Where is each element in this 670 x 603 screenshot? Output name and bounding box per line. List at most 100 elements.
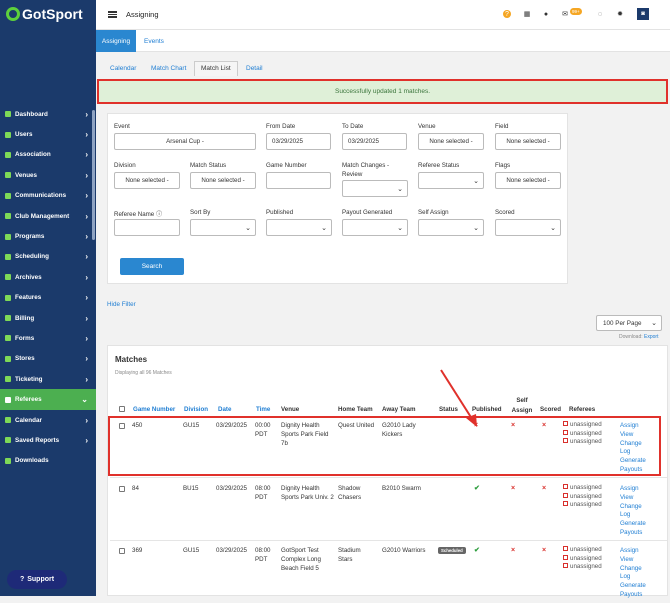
sidebar-item-calendar[interactable]: Calendar › [0, 410, 96, 430]
event-label: Event [114, 123, 130, 130]
archives-icon [5, 274, 11, 281]
sidebar-scrollbar[interactable] [92, 110, 95, 240]
avatar[interactable]: ◙ [637, 8, 649, 20]
event-select[interactable]: Arsenal Cup - [114, 133, 256, 150]
col-time[interactable]: Time [256, 406, 270, 413]
table-row[interactable]: 369 GU15 03/29/2025 08:00 PDT GotSport T… [110, 541, 667, 603]
sidebar-item-stores[interactable]: Stores › [0, 349, 96, 369]
col-date[interactable]: Date [218, 406, 231, 413]
apps-grid-icon[interactable]: ▦ [523, 10, 531, 18]
game-number-input[interactable] [266, 172, 331, 189]
published-select[interactable]: ⌄ [266, 219, 332, 236]
payout-generated-select[interactable]: ⌄ [342, 219, 408, 236]
per-page-select[interactable]: 100 Per Page ⌄ [596, 315, 662, 331]
user-icon[interactable]: ● [542, 10, 550, 18]
subtab-match-list[interactable]: Match List [194, 61, 238, 76]
division-select[interactable]: None selected - [114, 172, 180, 189]
gear-icon[interactable]: ✹ [616, 10, 624, 18]
sidebar-item-users[interactable]: Users › [0, 124, 96, 144]
sidebar-item-features[interactable]: Features › [0, 288, 96, 308]
chevron-down-icon: ⌄ [321, 225, 327, 232]
to-date-input[interactable]: 03/29/2025 [342, 133, 407, 150]
match-status-select[interactable]: None selected - [190, 172, 256, 189]
generate-payouts-link[interactable]: Generate Payouts [620, 582, 650, 600]
referee-slot[interactable]: unassigned [563, 492, 602, 502]
gotsport-logo[interactable]: GotSport [6, 6, 83, 22]
menu-icon[interactable] [108, 11, 117, 18]
sidebar-item-scheduling[interactable]: Scheduling › [0, 247, 96, 267]
sidebar-item-forms[interactable]: Forms › [0, 328, 96, 348]
support-button[interactable]: ? Support [7, 570, 67, 589]
referee-status-select[interactable]: ⌄ [418, 172, 484, 189]
subtab-match-chart[interactable]: Match Chart [151, 65, 186, 72]
sidebar-item-saved-reports[interactable]: Saved Reports › [0, 430, 96, 450]
division: BU15 [183, 485, 199, 492]
sidebar-item-archives[interactable]: Archives › [0, 267, 96, 287]
reports-icon [5, 437, 11, 444]
chevron-down-icon: ⌄ [397, 225, 403, 232]
sort-by-select[interactable]: ⌄ [190, 219, 256, 236]
sidebar-item-billing[interactable]: Billing › [0, 308, 96, 328]
subtab-detail[interactable]: Detail [246, 65, 263, 72]
row-checkbox[interactable] [119, 486, 125, 492]
from-date-input[interactable]: 03/29/2025 [266, 133, 331, 150]
col-game-number[interactable]: Game Number [133, 406, 175, 413]
hide-filter-link[interactable]: Hide Filter [107, 301, 136, 308]
sidebar-item-programs[interactable]: Programs › [0, 226, 96, 246]
division-label: Division [114, 162, 136, 169]
referee-slot[interactable]: unassigned [563, 546, 602, 555]
referee-slot[interactable]: unassigned [563, 563, 602, 572]
row-checkbox[interactable] [119, 548, 125, 554]
referee-slots: unassigned unassigned unassigned [563, 484, 602, 510]
referees-icon [5, 396, 11, 403]
export-link[interactable]: Export [644, 334, 658, 340]
communications-icon [5, 192, 11, 199]
subtab-calendar[interactable]: Calendar [110, 65, 136, 72]
sidebar-item-ticketing[interactable]: Ticketing › [0, 369, 96, 389]
chevron-right-icon: › [85, 272, 88, 282]
col-home-team: Home Team [338, 406, 373, 413]
col-scored: Scored [540, 406, 561, 413]
generate-payouts-link[interactable]: Generate Payouts [620, 520, 650, 538]
change-log-link[interactable]: Change Log [620, 503, 650, 521]
chat-icon[interactable]: ◌ [596, 10, 604, 18]
referee-name-input[interactable] [114, 219, 180, 236]
view-link[interactable]: View [620, 494, 650, 503]
main-tabs: Assigning Events [96, 30, 670, 52]
select-all-checkbox[interactable] [119, 406, 125, 412]
sidebar-item-club-management[interactable]: Club Management › [0, 206, 96, 226]
filter-panel: Event Arsenal Cup - From Date 03/29/2025… [107, 113, 568, 284]
flags-select[interactable]: None selected - [495, 172, 561, 189]
view-link[interactable]: View [620, 556, 650, 565]
sidebar-item-dashboard[interactable]: Dashboard › [0, 104, 96, 124]
self-assign-label: Self Assign [418, 209, 449, 216]
tab-assigning[interactable]: Assigning [96, 30, 136, 52]
venue-select[interactable]: None selected - [418, 133, 484, 150]
downloads-icon [5, 457, 11, 464]
table-row[interactable]: 84 BU15 03/29/2025 08:00 PDT Dignity Hea… [110, 479, 667, 541]
away-team: G2010 Warriors [382, 547, 426, 554]
sidebar-item-communications[interactable]: Communications › [0, 186, 96, 206]
sidebar-item-referees[interactable]: Referees ⌄ [0, 389, 96, 410]
assign-link[interactable]: Assign [620, 547, 650, 556]
match-changes-select[interactable]: ⌄ [342, 180, 408, 197]
referee-slot[interactable]: unassigned [563, 484, 602, 493]
programs-icon [5, 233, 11, 240]
sidebar-item-association[interactable]: Association › [0, 145, 96, 165]
sidebar-item-venues[interactable]: Venues › [0, 165, 96, 185]
help-icon[interactable]: ? [503, 10, 511, 18]
col-division[interactable]: Division [184, 406, 208, 413]
field-select[interactable]: None selected - [495, 133, 561, 150]
scored-select[interactable]: ⌄ [495, 219, 561, 236]
search-button[interactable]: Search [120, 258, 184, 275]
tab-events[interactable]: Events [138, 30, 170, 52]
sidebar-item-downloads[interactable]: Downloads [0, 451, 96, 471]
referee-slot[interactable]: unassigned [563, 554, 602, 564]
referee-slot[interactable]: unassigned [563, 501, 602, 510]
row-actions: Assign View Change Log Generate Payouts [620, 485, 650, 538]
scheduling-icon [5, 253, 11, 260]
self-assign-select[interactable]: ⌄ [418, 219, 484, 236]
change-log-link[interactable]: Change Log [620, 565, 650, 583]
assign-link[interactable]: Assign [620, 485, 650, 494]
mail-icon[interactable]: ✉ [561, 10, 569, 18]
